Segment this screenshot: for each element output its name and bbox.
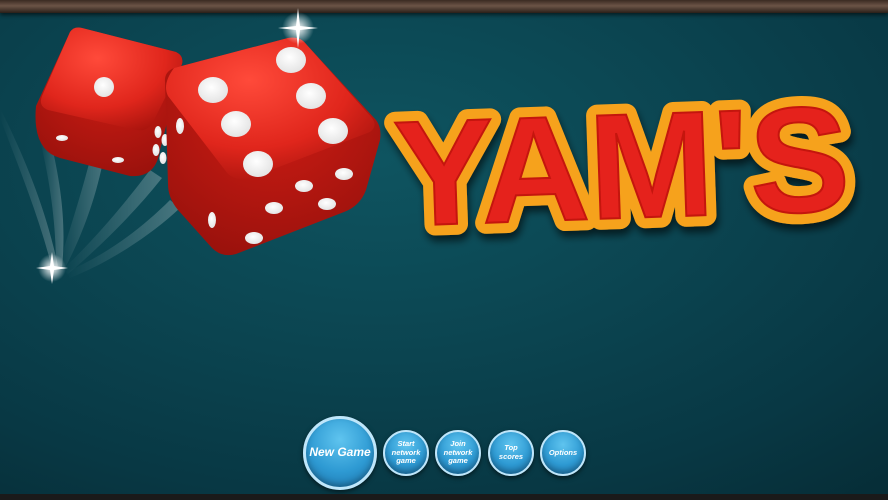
join-network-game-label: Join network game [443,439,473,466]
title-artwork: YAM'S YAM'S [0,8,863,284]
back-die [35,27,183,177]
front-die [164,37,381,256]
game-screen: YAM'S YAM'S New Game Start network game … [0,0,888,500]
new-game-label: New Game [309,445,371,460]
game-title: YAM'S [391,74,852,258]
top-scores-label: Top scores [498,443,524,461]
start-network-game-button[interactable]: Start network game [383,430,429,476]
options-button[interactable]: Options [540,430,586,476]
game-title-group: YAM'S YAM'S [380,63,863,269]
new-game-button[interactable]: New Game [303,416,377,490]
top-scores-button[interactable]: Top scores [488,430,534,476]
start-network-game-label: Start network game [391,439,421,466]
join-network-game-button[interactable]: Join network game [435,430,481,476]
options-label: Options [548,447,578,457]
bottom-bar [0,494,888,500]
